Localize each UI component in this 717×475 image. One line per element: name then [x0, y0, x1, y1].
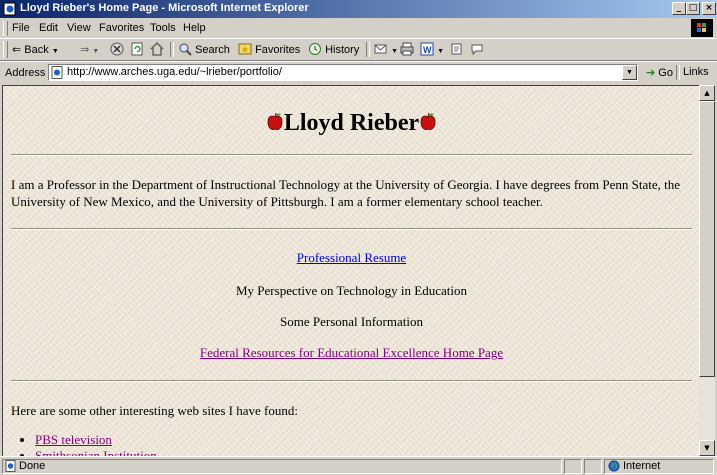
intro-paragraph: I am a Professor in the Department of In… — [11, 177, 680, 209]
pbs-link[interactable]: PBS television — [35, 432, 112, 447]
address-bar: Address http://www.arches.uga.edu/~lrieb… — [0, 61, 717, 84]
status-bar: Done Internet — [0, 456, 717, 475]
window-title: Lloyd Rieber's Home Page - Microsoft Int… — [20, 2, 309, 14]
scroll-down-button[interactable]: ▼ — [699, 440, 715, 456]
list-item: Smithsonian Institution — [35, 448, 157, 456]
history-icon — [309, 43, 321, 55]
zone-text: Internet — [623, 460, 661, 472]
favorites-button[interactable]: Favorites — [238, 42, 300, 57]
print-button[interactable] — [400, 42, 414, 57]
scroll-thumb[interactable] — [699, 101, 715, 377]
go-button[interactable]: ➔ Go — [646, 65, 673, 80]
refresh-icon — [131, 42, 143, 56]
menu-bar: File Edit View Favorites Tools Help — [0, 19, 717, 39]
divider — [11, 380, 692, 382]
ie-page-icon — [51, 66, 63, 79]
history-button[interactable]: History — [308, 42, 359, 57]
search-icon — [179, 43, 192, 56]
page-heading: Lloyd Rieber — [3, 110, 700, 137]
chevron-down-icon: ▼ — [92, 48, 100, 55]
address-label: Address — [5, 67, 46, 79]
forward-button[interactable]: ⇒ ▼ — [80, 42, 99, 57]
status-panel — [584, 459, 602, 474]
print-icon — [400, 42, 414, 56]
go-arrow-icon: ➔ — [646, 66, 656, 79]
ie-page-icon — [3, 2, 16, 16]
free-resources-link[interactable]: Federal Resources for Educational Excell… — [200, 345, 503, 360]
discuss-icon — [451, 43, 462, 55]
menu-file[interactable]: File — [12, 22, 30, 34]
address-dropdown-button[interactable]: ▼ — [622, 65, 637, 80]
smithsonian-link[interactable]: Smithsonian Institution — [35, 448, 157, 456]
chevron-down-icon: ▼ — [437, 48, 444, 55]
vertical-scrollbar[interactable]: ▲ ▼ — [699, 85, 715, 456]
maximize-button[interactable]: □ — [686, 2, 700, 15]
mail-button[interactable]: ▼ — [374, 42, 398, 57]
search-label: Search — [195, 44, 230, 56]
page-heading-text: Lloyd Rieber — [283, 110, 420, 136]
menu-link-row: Professional Resume — [3, 250, 700, 266]
menu-link-row: Federal Resources for Educational Excell… — [3, 345, 700, 361]
sites-intro: Here are some other interesting web site… — [11, 403, 298, 418]
address-url: http://www.arches.uga.edu/~lrieber/portf… — [67, 66, 282, 78]
stop-button[interactable] — [110, 42, 124, 57]
status-text: Done — [19, 460, 46, 472]
menu-edit[interactable]: Edit — [39, 22, 58, 34]
search-button[interactable]: Search — [178, 42, 230, 57]
edit-button[interactable]: W ▼ — [420, 42, 444, 57]
links-label[interactable]: Links — [683, 65, 709, 80]
menu-help[interactable]: Help — [183, 22, 206, 34]
favorites-icon — [238, 43, 252, 55]
status-panel: Done — [2, 459, 562, 474]
windows-logo-icon — [691, 19, 713, 37]
go-label: Go — [658, 67, 673, 79]
stop-icon — [110, 42, 124, 56]
word-edit-icon: W — [420, 42, 434, 56]
back-arrow-icon: ⇐ — [12, 43, 22, 56]
menu-tools[interactable]: Tools — [150, 22, 176, 34]
menu-view[interactable]: View — [67, 22, 91, 34]
back-label: Back — [24, 44, 49, 56]
apple-icon — [267, 112, 283, 130]
toolbar-separator — [676, 65, 680, 80]
home-button[interactable] — [150, 42, 164, 57]
minimize-button[interactable]: _ — [672, 2, 686, 15]
chevron-down-icon: ▼ — [391, 48, 398, 55]
close-button[interactable]: × — [702, 2, 716, 15]
mail-icon — [374, 44, 387, 54]
zone-panel: Internet — [604, 459, 714, 474]
refresh-button[interactable] — [130, 42, 144, 57]
forward-arrow-icon: ⇒ — [80, 43, 90, 56]
sites-list: PBS television Smithsonian Institution — [11, 432, 157, 456]
messenger-button[interactable] — [470, 42, 484, 57]
toolbar-grip — [3, 41, 8, 58]
home-icon — [150, 42, 164, 56]
scroll-up-button[interactable]: ▲ — [699, 85, 715, 101]
personal-info-text: Some Personal Information — [280, 314, 423, 329]
standard-toolbar: ⇐ Back ▼ ⇒ ▼ Search Favorites History ▼ … — [0, 39, 717, 61]
menu-favorites[interactable]: Favorites — [99, 22, 144, 34]
address-input[interactable]: http://www.arches.uga.edu/~lrieber/portf… — [48, 64, 638, 81]
divider — [11, 228, 692, 230]
list-item: PBS television — [35, 432, 157, 448]
divider — [11, 154, 692, 156]
resume-link[interactable]: Professional Resume — [297, 250, 406, 265]
menu-grip — [3, 21, 8, 36]
page-content: Lloyd Rieber I am a Professor in the Dep… — [2, 85, 700, 456]
chevron-down-icon: ▼ — [51, 48, 59, 55]
chat-bubble-icon — [471, 44, 483, 56]
favorites-label: Favorites — [255, 44, 301, 56]
status-panel — [564, 459, 582, 474]
globe-icon — [608, 460, 620, 472]
back-button[interactable]: ⇐ Back ▼ — [12, 42, 59, 57]
ie-page-icon — [5, 460, 16, 472]
svg-text:W: W — [423, 45, 432, 55]
history-label: History — [325, 44, 360, 56]
toolbar-separator — [366, 42, 370, 57]
toolbar-separator — [170, 42, 174, 57]
discuss-button[interactable] — [450, 42, 464, 57]
apple-icon — [420, 112, 436, 130]
title-bar: Lloyd Rieber's Home Page - Microsoft Int… — [0, 0, 717, 18]
perspective-text: My Perspective on Technology in Educatio… — [236, 283, 467, 298]
